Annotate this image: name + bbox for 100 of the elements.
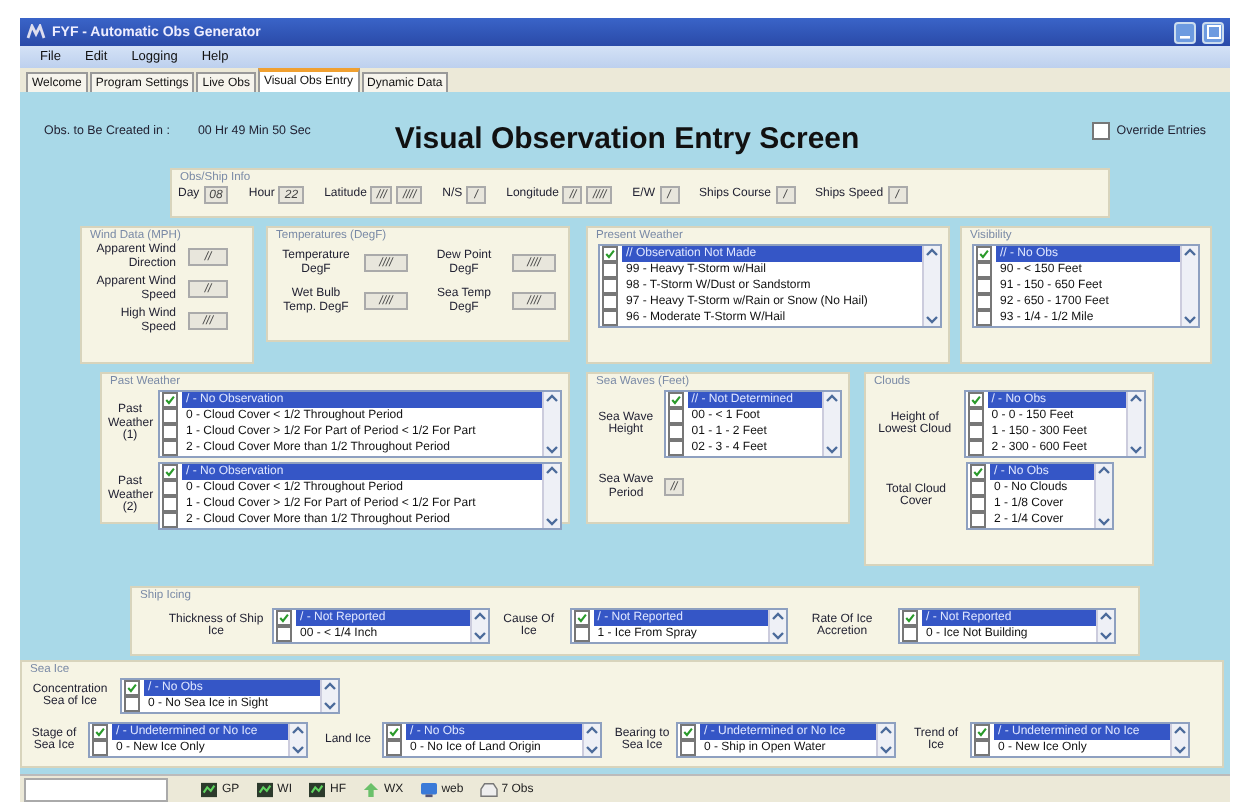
checkbox[interactable] — [967, 408, 984, 424]
checkbox[interactable] — [680, 740, 696, 756]
chevron-down-icon[interactable] — [1182, 314, 1198, 326]
checkbox[interactable] — [162, 496, 178, 512]
chevron-down-icon[interactable] — [544, 516, 560, 528]
tray-icon — [479, 781, 498, 797]
checkbox[interactable] — [124, 680, 140, 696]
chevron-down-icon[interactable] — [471, 630, 488, 642]
checkbox[interactable] — [970, 512, 986, 528]
chevron-down-icon[interactable] — [770, 630, 787, 642]
checkbox[interactable] — [967, 392, 984, 408]
checkbox[interactable] — [970, 480, 986, 496]
minimize-button[interactable] — [1174, 21, 1196, 43]
scrollbar[interactable] — [542, 464, 560, 528]
checkbox[interactable] — [667, 424, 684, 440]
checkbox[interactable] — [602, 294, 618, 310]
chevron-down-icon[interactable] — [1128, 444, 1144, 456]
checkbox[interactable] — [974, 724, 990, 740]
screen-title: Visual Observation Entry Screen — [394, 121, 860, 155]
chevron-up-icon[interactable] — [584, 724, 600, 736]
chevron-up-icon[interactable] — [770, 610, 787, 622]
chevron-down-icon[interactable] — [584, 744, 600, 756]
checkbox[interactable] — [386, 740, 402, 756]
checkbox[interactable] — [573, 626, 590, 642]
checkbox[interactable] — [162, 408, 178, 424]
scrollbar[interactable] — [469, 610, 488, 642]
device-icon — [200, 781, 218, 797]
checkbox[interactable] — [162, 440, 178, 456]
checkbox[interactable] — [970, 464, 986, 480]
checkbox[interactable] — [602, 310, 618, 326]
app-icon — [26, 24, 46, 40]
chevron-up-icon[interactable] — [1182, 246, 1198, 258]
checkbox[interactable] — [162, 480, 178, 496]
checkbox[interactable] — [573, 610, 590, 626]
scrollbar[interactable] — [768, 610, 787, 642]
checkbox[interactable] — [974, 740, 990, 756]
checkbox[interactable] — [902, 610, 919, 626]
scrollbar[interactable] — [582, 724, 600, 756]
checkbox[interactable] — [667, 408, 684, 424]
chevron-up-icon[interactable] — [322, 680, 338, 692]
checkbox[interactable] — [162, 512, 178, 528]
checkbox[interactable] — [976, 246, 992, 262]
scrollbar[interactable] — [1180, 246, 1198, 326]
checkbox[interactable] — [276, 610, 292, 626]
chevron-up-icon[interactable] — [290, 724, 306, 736]
checkbox[interactable] — [162, 424, 178, 440]
checkbox[interactable] — [386, 724, 402, 740]
chevron-down-icon[interactable] — [1096, 516, 1112, 528]
chevron-down-icon[interactable] — [824, 444, 840, 456]
checkbox[interactable] — [967, 424, 984, 440]
scrollbar[interactable] — [822, 392, 840, 456]
checkbox[interactable] — [602, 246, 618, 262]
checkbox[interactable] — [92, 740, 108, 756]
checkbox[interactable] — [976, 278, 992, 294]
chevron-up-icon[interactable] — [824, 392, 840, 404]
chevron-up-icon[interactable] — [1096, 464, 1112, 476]
checkbox[interactable] — [902, 626, 919, 642]
chevron-down-icon[interactable] — [290, 744, 306, 756]
chevron-down-icon[interactable] — [924, 314, 940, 326]
chevron-down-icon[interactable] — [1098, 630, 1115, 642]
scrollbar[interactable] — [922, 246, 940, 326]
chevron-down-icon[interactable] — [322, 700, 338, 712]
checkbox[interactable] — [162, 392, 178, 408]
scrollbar[interactable] — [288, 724, 306, 756]
scrollbar[interactable] — [542, 392, 560, 456]
checkbox[interactable] — [667, 392, 684, 408]
checkbox[interactable] — [276, 626, 292, 642]
checkbox[interactable] — [680, 724, 696, 740]
chevron-up-icon[interactable] — [544, 464, 560, 476]
scrollbar[interactable] — [320, 680, 338, 712]
checkbox[interactable] — [162, 464, 178, 480]
chevron-up-icon[interactable] — [471, 610, 488, 622]
checkbox[interactable] — [92, 724, 108, 740]
checkbox[interactable] — [124, 696, 140, 712]
scrollbar[interactable] — [876, 724, 894, 756]
checkbox[interactable] — [970, 496, 986, 512]
scrollbar[interactable] — [1170, 724, 1188, 756]
chevron-down-icon[interactable] — [544, 444, 560, 456]
scrollbar[interactable] — [1096, 610, 1115, 642]
chevron-up-icon[interactable] — [924, 246, 940, 258]
checkbox[interactable] — [976, 294, 992, 310]
checkbox[interactable] — [1092, 121, 1111, 139]
chevron-down-icon[interactable] — [1172, 744, 1188, 756]
checkbox[interactable] — [667, 440, 684, 456]
chevron-up-icon[interactable] — [544, 392, 560, 404]
chevron-up-icon[interactable] — [1098, 610, 1115, 622]
arrow-icon — [362, 781, 381, 797]
checkbox[interactable] — [967, 440, 984, 456]
scrollbar[interactable] — [1126, 392, 1144, 456]
maximize-icon — [1205, 24, 1221, 40]
checkbox[interactable] — [976, 310, 992, 326]
checkbox[interactable] — [976, 262, 992, 278]
scrollbar[interactable] — [1094, 464, 1112, 528]
checkbox[interactable] — [602, 278, 618, 294]
chevron-down-icon[interactable] — [878, 744, 894, 756]
maximize-button[interactable] — [1202, 21, 1224, 43]
checkbox[interactable] — [602, 262, 618, 278]
chevron-up-icon[interactable] — [1128, 392, 1144, 404]
chevron-up-icon[interactable] — [1172, 724, 1188, 736]
chevron-up-icon[interactable] — [878, 724, 894, 736]
